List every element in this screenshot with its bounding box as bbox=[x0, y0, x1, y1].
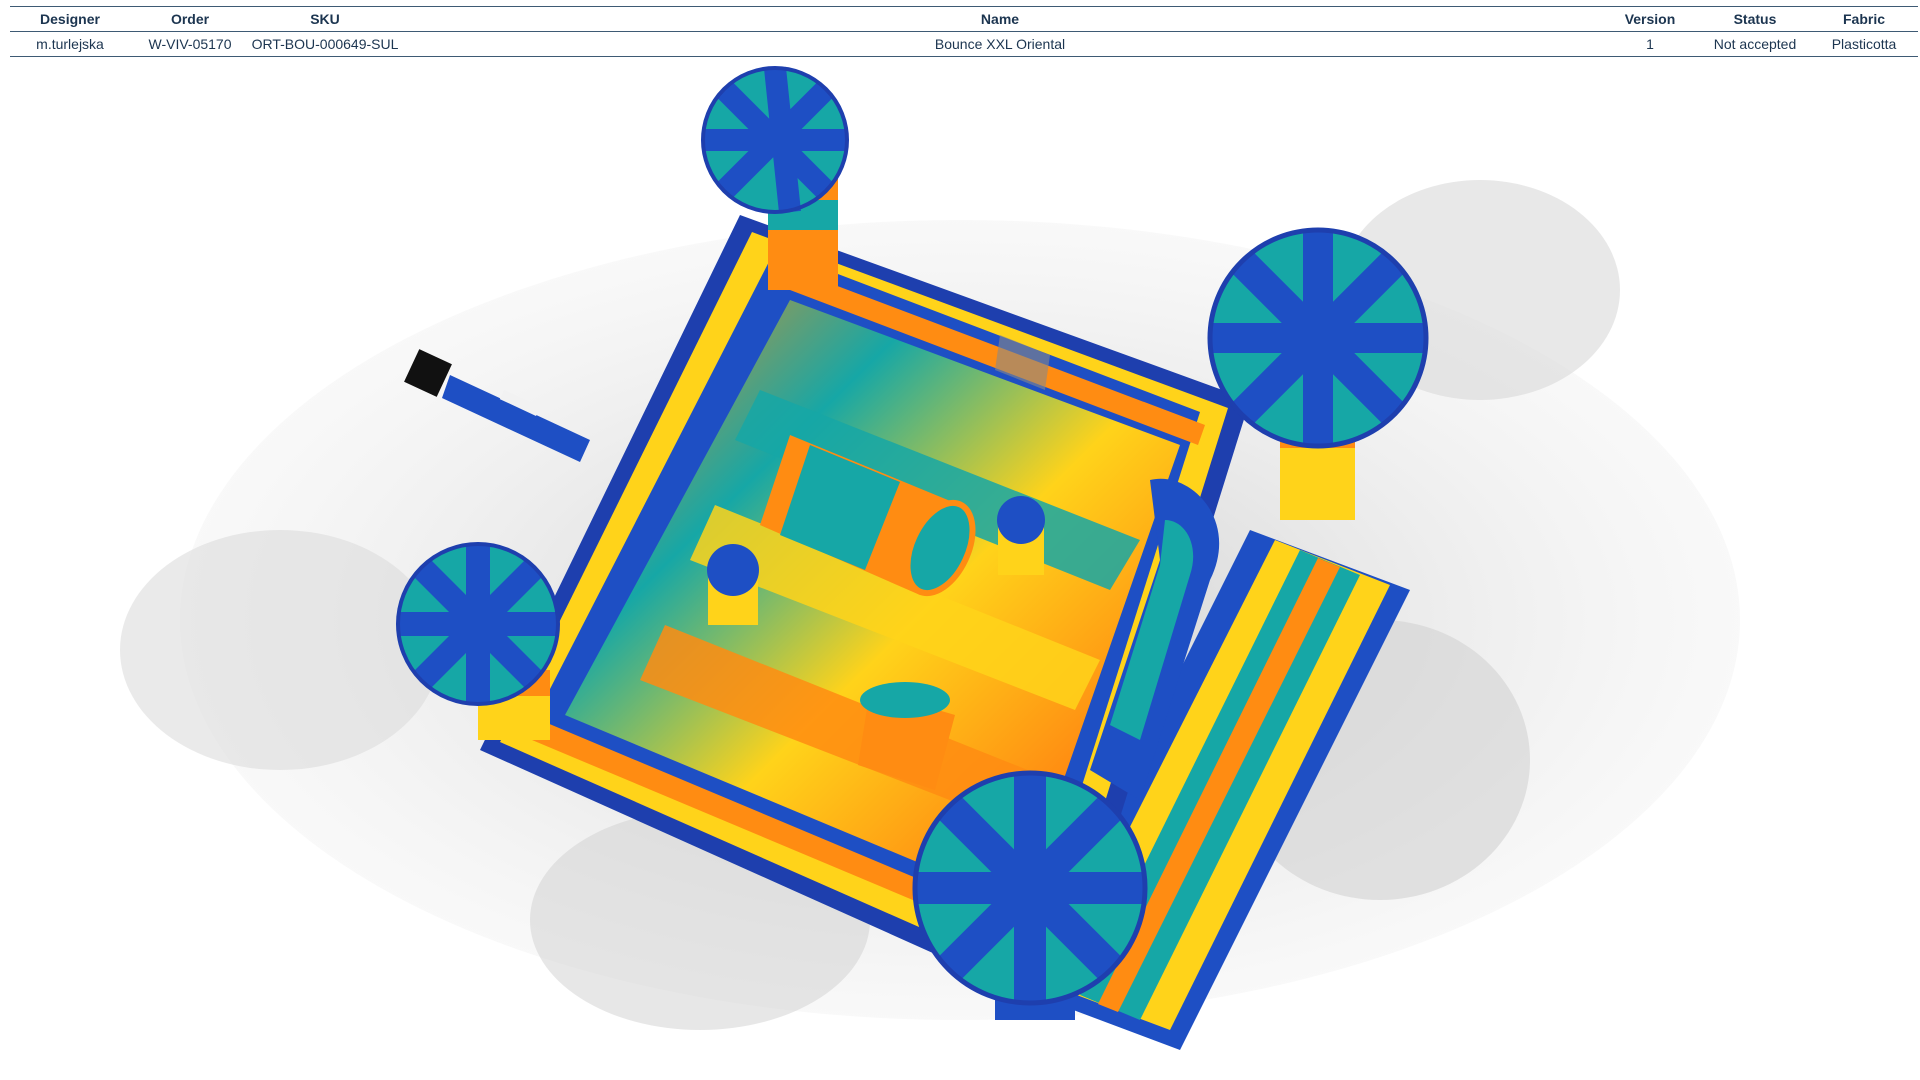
cell-fabric: Plasticotta bbox=[1810, 31, 1918, 57]
header-designer: Designer bbox=[10, 6, 130, 32]
header-version: Version bbox=[1600, 6, 1700, 32]
product-info-table: Designer Order SKU Name Version Status F… bbox=[10, 6, 1918, 57]
header-fabric: Fabric bbox=[1810, 6, 1918, 32]
table-row: m.turlejska W-VIV-05170 ORT-BOU-000649-S… bbox=[10, 31, 1918, 57]
obstacle-pillar-left bbox=[707, 544, 759, 625]
header-name: Name bbox=[400, 6, 1600, 32]
cell-designer: m.turlejska bbox=[10, 31, 130, 57]
header-order: Order bbox=[130, 6, 250, 32]
cell-version: 1 bbox=[1600, 31, 1700, 57]
table-header-row: Designer Order SKU Name Version Status F… bbox=[10, 6, 1918, 32]
header-sku: SKU bbox=[250, 6, 400, 32]
cell-name: Bounce XXL Oriental bbox=[400, 31, 1600, 57]
cell-order: W-VIV-05170 bbox=[130, 31, 250, 57]
cell-status: Not accepted bbox=[1700, 31, 1810, 57]
cell-sku: ORT-BOU-000649-SUL bbox=[250, 31, 400, 57]
inflatable-castle-render bbox=[120, 66, 1740, 1050]
obstacle-pillar-right bbox=[997, 496, 1045, 575]
header-status: Status bbox=[1700, 6, 1810, 32]
